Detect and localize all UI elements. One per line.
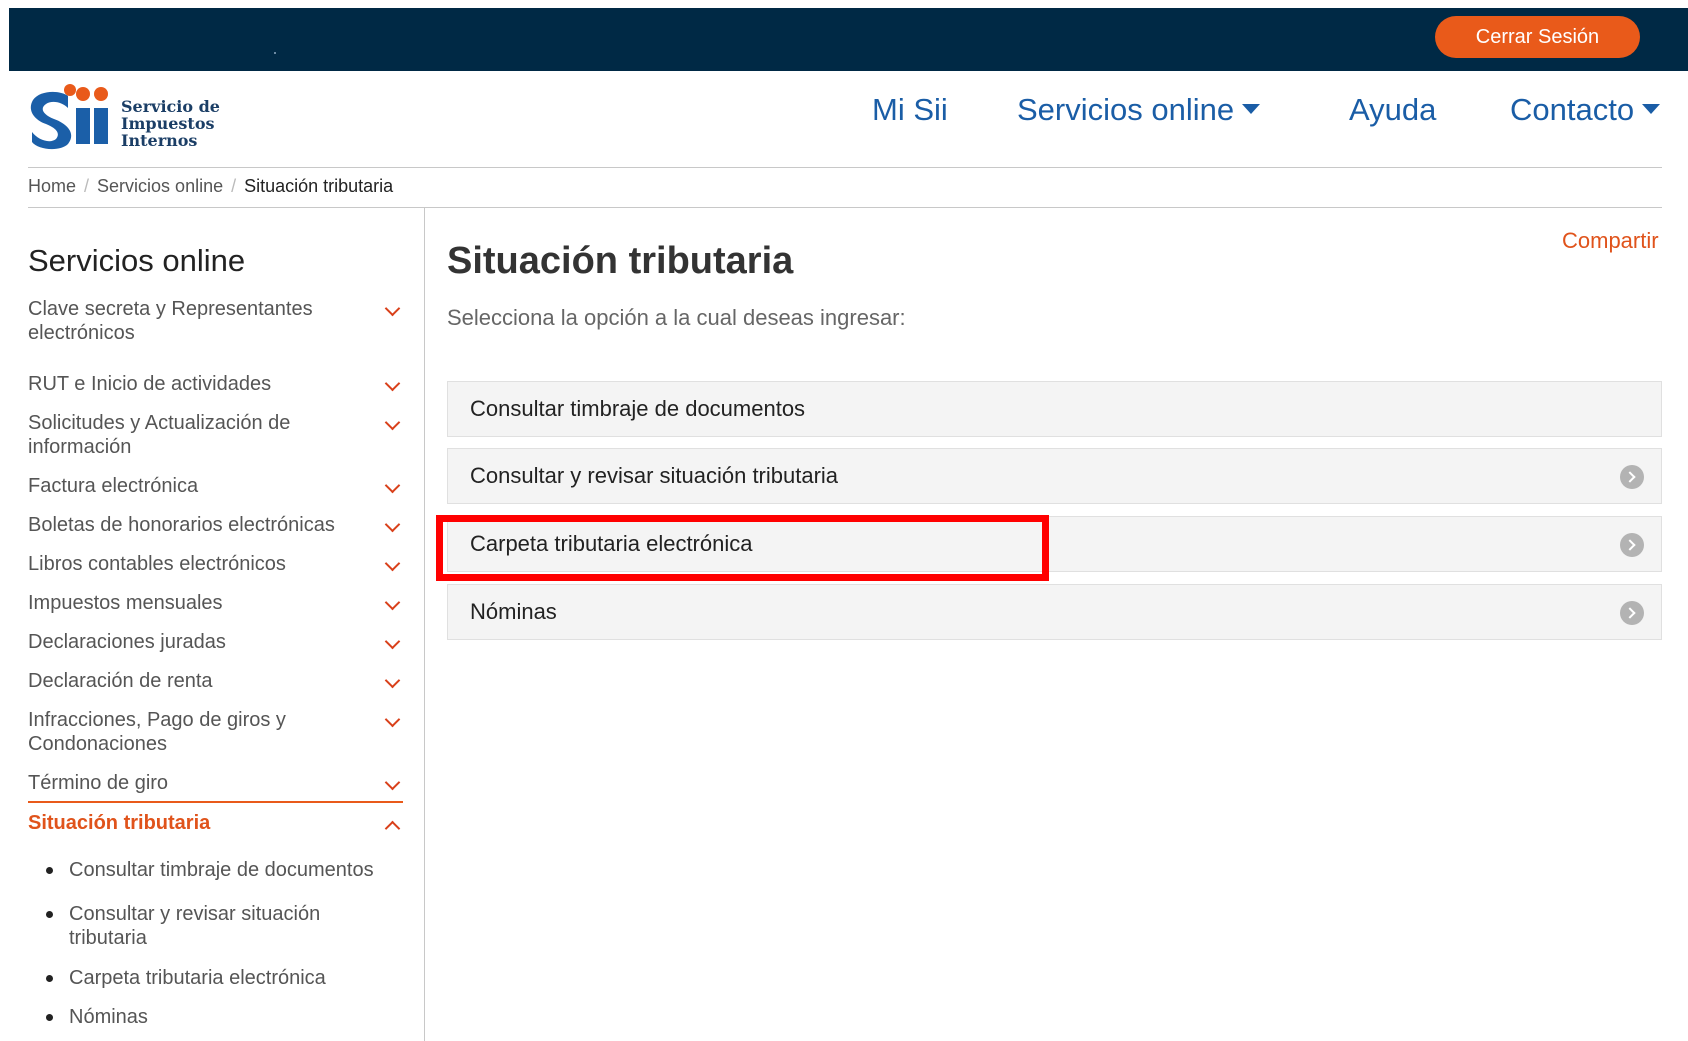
sidebar-item-label: Situación tributaria	[28, 812, 211, 834]
chevron-down-icon	[384, 300, 401, 317]
sidebar-item-label: RUT e Inicio de actividades	[28, 373, 272, 395]
chevron-up-icon	[384, 820, 401, 837]
sidebar-subitem-label: Consultar timbraje de documentos	[69, 859, 374, 881]
share-link[interactable]: Compartir	[1562, 228, 1659, 254]
caret-down-icon	[1642, 103, 1661, 114]
chevron-down-icon	[384, 477, 401, 494]
sidebar-item-termino-giro[interactable]: Término de giro	[28, 771, 403, 795]
nav-servicios-online-label: Servicios online	[1017, 92, 1235, 127]
sidebar-item-infracciones[interactable]: Infracciones, Pago de giros y Condonacio…	[28, 708, 403, 756]
option-carpeta-tributaria[interactable]: Carpeta tributaria electrónica	[447, 516, 1662, 572]
nav-servicios-online[interactable]: Servicios online	[1017, 92, 1261, 128]
nav-contacto-label: Contacto	[1510, 92, 1635, 127]
option-label: Consultar timbraje de documentos	[470, 396, 806, 421]
top-bar: Cerrar Sesión	[9, 8, 1688, 71]
sidebar-item-label: Boletas de honorarios electrónicas	[28, 514, 335, 536]
sidebar-subitem-label: Consultar y revisar situación tributaria	[69, 903, 321, 949]
logo-line-3: Internos	[121, 131, 198, 150]
sidebar-item-renta[interactable]: Declaración de renta	[28, 669, 403, 693]
breadcrumb-separator: /	[84, 176, 90, 196]
caret-down-icon	[1242, 103, 1261, 114]
logo-text: Servicio de Impuestos Internos	[121, 98, 220, 149]
chevron-circle-right-icon	[1620, 533, 1644, 557]
nav-ayuda[interactable]: Ayuda	[1349, 92, 1436, 128]
chevron-down-icon	[384, 375, 401, 392]
breadcrumb-separator: /	[231, 176, 237, 196]
page-title: Situación tributaria	[447, 240, 794, 282]
breadcrumb-home[interactable]: Home	[28, 176, 76, 196]
nav-mi-sii-label: Mi Sii	[872, 92, 948, 127]
option-label: Nóminas	[470, 599, 557, 624]
sidebar-subitem-nominas[interactable]: Nóminas	[46, 1005, 389, 1029]
sidebar-subitem-revisar[interactable]: Consultar y revisar situación tributaria	[46, 902, 389, 950]
chevron-circle-right-icon	[1620, 465, 1644, 489]
sidebar-subitem-timbraje[interactable]: Consultar timbraje de documentos	[46, 858, 389, 882]
sidebar-subitem-label: Carpeta tributaria electrónica	[69, 967, 326, 989]
sidebar-item-libros[interactable]: Libros contables electrónicos	[28, 552, 403, 576]
chevron-down-icon	[384, 594, 401, 611]
option-consultar-situacion[interactable]: Consultar y revisar situación tributaria	[447, 448, 1662, 504]
sidebar-item-label: Solicitudes y Actualización de informaci…	[28, 412, 291, 458]
chevron-down-icon	[384, 672, 401, 689]
sidebar-item-label: Declaración de renta	[28, 670, 213, 692]
chevron-circle-right-icon	[1620, 601, 1644, 625]
nav-ayuda-label: Ayuda	[1349, 92, 1437, 127]
option-consultar-timbraje[interactable]: Consultar timbraje de documentos	[447, 381, 1662, 437]
chevron-down-icon	[384, 414, 401, 431]
sidebar-item-label: Factura electrónica	[28, 475, 199, 497]
page-subtitle: Selecciona la opción a la cual deseas in…	[447, 305, 906, 330]
active-section-underline	[28, 801, 403, 803]
sidebar-item-label: Declaraciones juradas	[28, 631, 226, 653]
sidebar-title: Servicios online	[28, 243, 246, 278]
chevron-down-icon	[384, 555, 401, 572]
option-nominas[interactable]: Nóminas	[447, 584, 1662, 640]
logo-line-1: Servicio de	[121, 97, 220, 116]
sidebar-item-impuestos[interactable]: Impuestos mensuales	[28, 591, 403, 615]
chevron-down-icon	[384, 774, 401, 791]
chevron-down-icon	[384, 633, 401, 650]
sidebar-item-clave-secreta[interactable]: Clave secreta y Representantes electróni…	[28, 297, 403, 345]
option-label: Consultar y revisar situación tributaria	[470, 463, 839, 488]
breadcrumb-current: Situación tributaria	[244, 176, 394, 196]
sidebar-subitem-label: Nóminas	[69, 1006, 148, 1028]
logout-button[interactable]: Cerrar Sesión	[1435, 16, 1640, 58]
sidebar-item-label: Clave secreta y Representantes electróni…	[28, 298, 313, 344]
sidebar-item-factura[interactable]: Factura electrónica	[28, 474, 403, 498]
chevron-down-icon	[384, 711, 401, 728]
breadcrumb-servicios-online[interactable]: Servicios online	[97, 176, 223, 196]
chevron-down-icon	[384, 516, 401, 533]
sidebar-item-label: Libros contables electrónicos	[28, 553, 286, 575]
nav-mi-sii[interactable]: Mi Sii	[872, 92, 948, 128]
sidebar-item-solicitudes[interactable]: Solicitudes y Actualización de informaci…	[28, 411, 403, 459]
sidebar-item-boletas[interactable]: Boletas de honorarios electrónicas	[28, 513, 403, 537]
logo-line-2: Impuestos	[121, 114, 215, 133]
nav-contacto[interactable]: Contacto	[1510, 92, 1661, 128]
sidebar-item-label: Término de giro	[28, 772, 169, 794]
top-bar-dot	[274, 52, 276, 54]
bullet-icon	[46, 911, 53, 918]
bullet-icon	[46, 867, 53, 874]
sidebar-item-label: Infracciones, Pago de giros y Condonacio…	[28, 709, 286, 755]
sidebar-item-rut[interactable]: RUT e Inicio de actividades	[28, 372, 403, 396]
breadcrumb: Home / Servicios online / Situación tributar…	[28, 176, 393, 197]
sidebar-item-situacion-tributaria[interactable]: Situación tributaria	[28, 811, 403, 837]
bullet-icon	[46, 975, 53, 982]
option-label: Carpeta tributaria electrónica	[470, 531, 753, 556]
sidebar-item-label: Impuestos mensuales	[28, 592, 223, 614]
bullet-icon	[46, 1014, 53, 1021]
sidebar-subitem-carpeta[interactable]: Carpeta tributaria electrónica	[46, 966, 389, 990]
breadcrumb-divider	[28, 207, 1662, 208]
sidebar-divider	[424, 208, 425, 1041]
header-divider	[28, 167, 1662, 168]
sidebar-item-declaraciones[interactable]: Declaraciones juradas	[28, 630, 403, 654]
